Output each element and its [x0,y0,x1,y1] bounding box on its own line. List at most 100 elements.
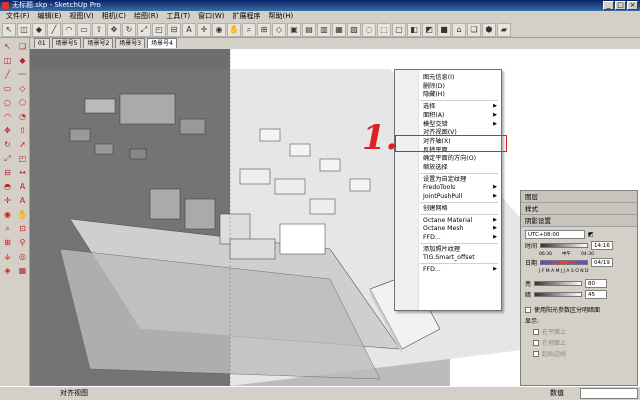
scene-tab-01[interactable]: 01 [34,38,50,48]
context-menu-item[interactable]: 删除(D) [395,82,501,91]
warehouse-icon[interactable]: ⌂ [452,22,466,37]
arc-icon[interactable]: ◠ [1,110,14,123]
dark-slider[interactable] [534,292,583,297]
extension-warehouse-icon[interactable]: ⬢ [482,22,496,37]
left-view-icon[interactable]: ▧ [347,22,361,37]
scene-tab-3[interactable]: 场景号3 [115,38,146,48]
select-tool-icon[interactable]: ↖ [2,22,16,37]
tape-tool-icon[interactable]: ⊟ [167,22,181,37]
menu-camera[interactable]: 相机(C) [98,11,130,22]
pan-icon[interactable]: ✋ [16,208,29,221]
maximize-button[interactable]: □ [615,1,626,10]
back-view-icon[interactable]: ▦ [332,22,346,37]
zoom-icon[interactable]: ⌕ [1,222,14,235]
arc-tool-icon[interactable]: ◠ [62,22,76,37]
menu-edit[interactable]: 编辑(E) [34,11,66,22]
pan-tool-icon[interactable]: ✋ [227,22,241,37]
look-around-icon[interactable]: ◎ [16,250,29,263]
zoom-extents-left-icon[interactable]: ⊞ [1,236,14,249]
context-menu-item[interactable]: 模型交错 ▶ [395,120,501,129]
make-component-icon[interactable]: ❏ [16,40,29,53]
eraser-tool-icon[interactable]: ◫ [17,22,31,37]
circle-icon[interactable]: ○ [1,96,14,109]
polygon-icon[interactable]: ⬡ [16,96,29,109]
offset-tool-icon[interactable]: ◰ [152,22,166,37]
context-menu-item[interactable]: 缩放选择 [395,163,501,172]
scale-icon[interactable]: ⤢ [1,152,14,165]
shaded-style-icon[interactable]: ◧ [407,22,421,37]
scene-tab-2[interactable]: 场景号2 [83,38,114,48]
context-menu-item[interactable]: 面积(A) ▶ [395,111,501,120]
rotated-rectangle-icon[interactable]: ◇ [16,82,29,95]
dark-field[interactable]: 45 [585,290,608,299]
tape-measure-icon[interactable]: ⊟ [1,166,14,179]
shadow-toggle-icon[interactable]: ◩ [588,231,594,238]
menu-extensions[interactable]: 扩展程序 [228,11,264,22]
protractor-icon[interactable]: ◓ [1,180,14,193]
zoom-window-icon[interactable]: ⊡ [16,222,29,235]
scale-tool-icon[interactable]: ⤢ [137,22,151,37]
orbit-tool-icon[interactable]: ◉ [212,22,226,37]
dimension-icon[interactable]: ↔ [16,166,29,179]
scene-tab-5[interactable]: 场景号5 [51,38,82,48]
rotate-icon[interactable]: ↻ [1,138,14,151]
3d-text-icon[interactable]: A [16,194,29,207]
sandbox-icon[interactable]: ▦ [16,264,29,277]
position-camera-icon[interactable]: ⚲ [16,236,29,249]
light-slider[interactable] [534,281,583,286]
wireframe-style-icon[interactable]: ⬚ [377,22,391,37]
menu-window[interactable]: 窗口(W) [194,11,228,22]
line-icon[interactable]: ╱ [1,68,14,81]
paint-bucket-icon[interactable]: ◆ [16,54,29,67]
eraser-icon[interactable]: ◫ [1,54,14,67]
on-ground-checkbox[interactable] [533,339,539,346]
context-menu-item[interactable]: JointPushPull ▶ [395,192,501,201]
menu-draw[interactable]: 绘图(R) [130,11,162,22]
axes-tool-icon[interactable]: ✛ [197,22,211,37]
zoom-extents-icon[interactable]: ⊞ [257,22,271,37]
tray-layers-header[interactable]: 图层 [521,191,637,203]
time-slider[interactable] [540,243,589,248]
components-icon[interactable]: ❏ [467,22,481,37]
hidden-line-style-icon[interactable]: ▢ [392,22,406,37]
context-menu-item[interactable]: 确定平面的方向(O) [395,154,501,163]
textured-style-icon[interactable]: ◩ [422,22,436,37]
orbit-icon[interactable]: ◉ [1,208,14,221]
time-field[interactable]: 14:16 [591,241,614,250]
context-menu-item[interactable]: Octane Material ▶ [395,216,501,225]
context-menu-item[interactable]: 创建网格 [395,204,501,213]
tray-styles-header[interactable]: 样式 [521,203,637,215]
layout-icon[interactable]: ▰ [497,22,511,37]
select-icon[interactable]: ↖ [1,40,14,53]
paint-tool-icon[interactable]: ◆ [32,22,46,37]
context-menu-item[interactable]: TIG.Smart_offset [395,253,501,262]
push-pull-icon[interactable]: ⇧ [16,124,29,137]
menu-tools[interactable]: 工具(T) [162,11,194,22]
rotate-tool-icon[interactable]: ↻ [122,22,136,37]
section-plane-icon[interactable]: ◈ [1,264,14,277]
text-icon[interactable]: A [16,180,29,193]
zoom-tool-icon[interactable]: ⌕ [242,22,256,37]
menu-file[interactable]: 文件(F) [2,11,34,22]
line-tool-icon[interactable]: ╱ [47,22,61,37]
xray-style-icon[interactable]: ◌ [362,22,376,37]
context-menu-item[interactable]: 添加照片纹理 [395,245,501,254]
top-view-icon[interactable]: ▣ [287,22,301,37]
close-button[interactable]: × [627,1,638,10]
tray-shadow-header[interactable]: 阴影设置 [521,215,637,227]
use-sun-checkbox[interactable] [525,306,531,313]
front-view-icon[interactable]: ▤ [302,22,316,37]
axes-icon[interactable]: ✛ [1,194,14,207]
light-field[interactable]: 80 [585,279,608,288]
context-menu-item[interactable]: 隐藏(H) [395,90,501,99]
context-menu-item[interactable]: FredoTools ▶ [395,183,501,192]
context-menu-item[interactable]: 选择 ▶ [395,102,501,111]
freehand-icon[interactable]: 〰 [16,68,29,81]
date-slider[interactable] [540,260,589,265]
move-icon[interactable]: ✥ [1,124,14,137]
move-tool-icon[interactable]: ✥ [107,22,121,37]
context-menu-item[interactable]: 图元信息(I) [395,73,501,82]
monochrome-style-icon[interactable]: ■ [437,22,451,37]
context-menu-item[interactable]: Octane Mesh ▶ [395,224,501,233]
menu-help[interactable]: 帮助(H) [264,11,297,22]
